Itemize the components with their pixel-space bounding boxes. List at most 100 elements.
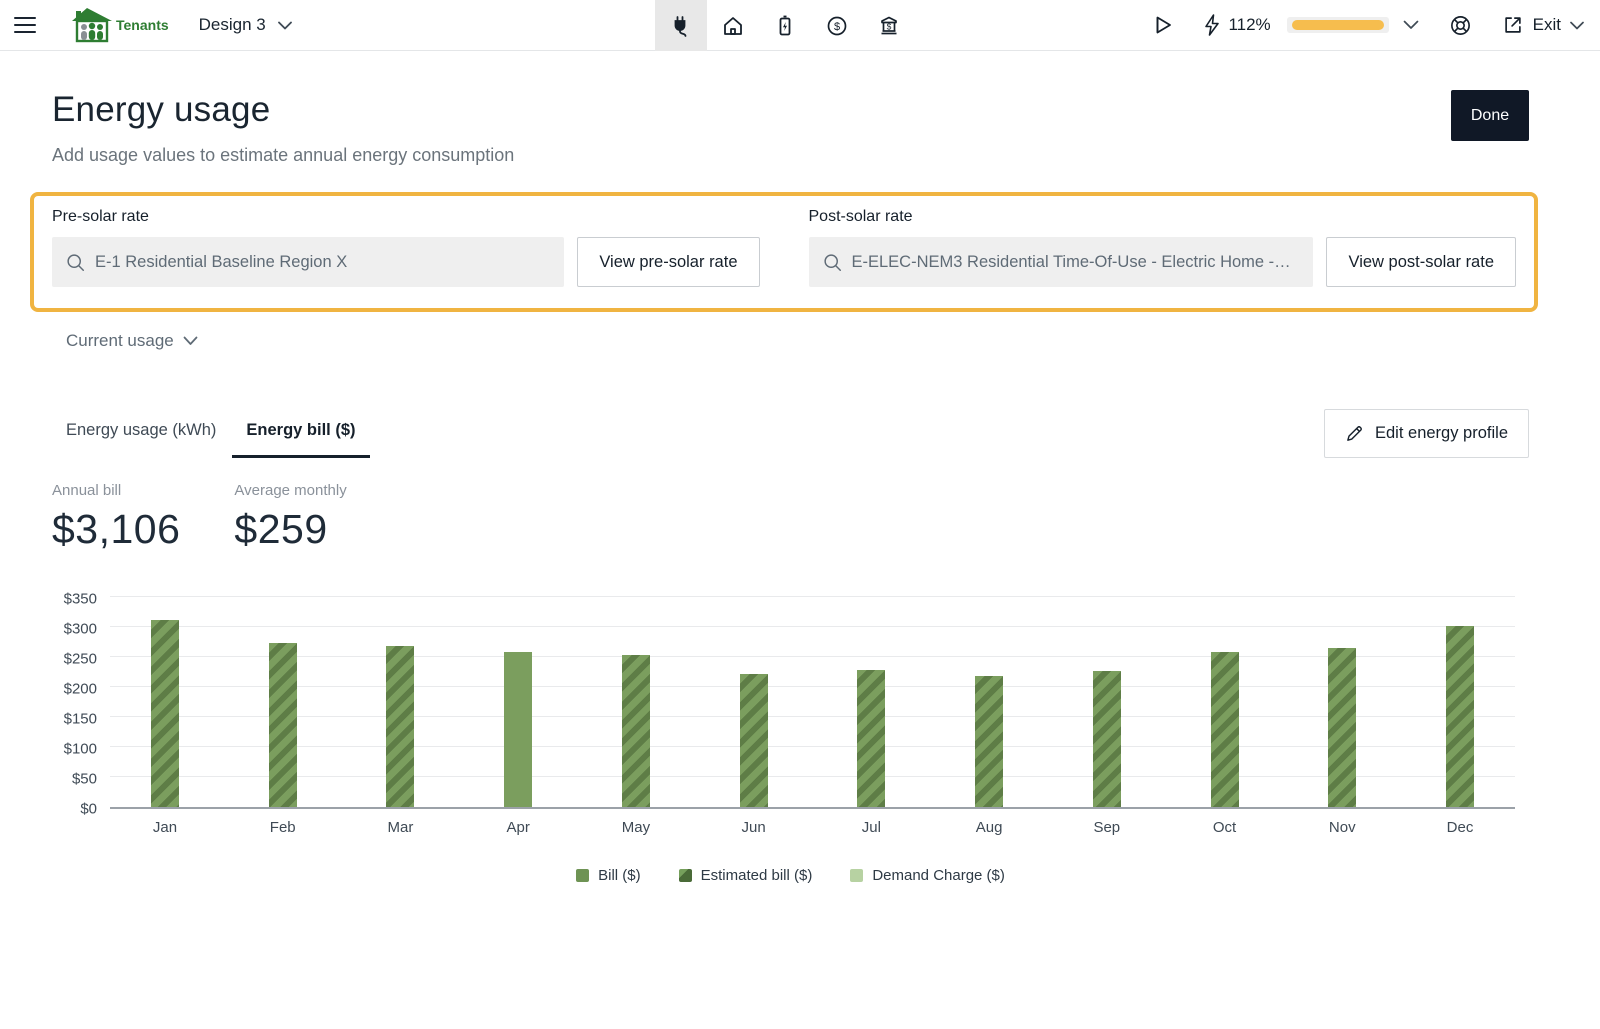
gridline xyxy=(110,746,1515,747)
x-axis-label: May xyxy=(622,819,650,836)
lifebuoy-glyph xyxy=(1449,14,1472,37)
incentives-bank-icon: $ xyxy=(877,14,901,38)
electrical-plug-tab[interactable] xyxy=(655,0,707,51)
gridline xyxy=(110,626,1515,627)
gridline xyxy=(110,716,1515,717)
bar-sep xyxy=(1093,671,1121,807)
bar-apr xyxy=(504,652,532,807)
page-subtitle: Add usage values to estimate annual ener… xyxy=(52,145,514,166)
gridline xyxy=(110,656,1515,657)
exit-icon xyxy=(1502,14,1524,36)
view-post-solar-rate-button[interactable]: View post-solar rate xyxy=(1326,237,1516,287)
legend-label: Estimated bill ($) xyxy=(701,867,813,884)
battery-icon xyxy=(773,14,797,38)
hamburger-menu-icon[interactable] xyxy=(14,13,38,37)
chevron-down-icon xyxy=(1570,21,1584,30)
legend-label: Demand Charge ($) xyxy=(872,867,1005,884)
y-axis-tick: $350 xyxy=(64,591,97,608)
view-pre-solar-rate-button[interactable]: View pre-solar rate xyxy=(577,237,759,287)
y-axis-tick: $200 xyxy=(64,681,97,698)
lightning-bolt-icon xyxy=(1203,14,1221,36)
average-monthly-value: $259 xyxy=(234,506,346,553)
annual-bill-stat: Annual bill $3,106 xyxy=(52,482,180,553)
x-axis-label: Aug xyxy=(976,819,1003,836)
legend-item: Demand Charge ($) xyxy=(850,867,1005,884)
offset-progress-bar[interactable] xyxy=(1287,17,1389,33)
pricing-tab[interactable]: $ xyxy=(811,0,863,51)
y-axis-tick: $300 xyxy=(64,621,97,638)
edit-energy-profile-button[interactable]: Edit energy profile xyxy=(1324,409,1529,458)
toolbar-right: 112% xyxy=(1151,13,1600,37)
usage-tabs: Energy usage (kWh) Energy bill ($) xyxy=(52,421,370,458)
incentives-tab[interactable]: $ xyxy=(863,0,915,51)
x-axis-label: Oct xyxy=(1213,819,1236,836)
toolbar-left: Tenants Design 3 xyxy=(0,7,292,43)
tab-energy-usage-kwh[interactable]: Energy usage (kWh) xyxy=(52,421,230,458)
legend-item: Estimated bill ($) xyxy=(679,867,813,884)
help-lifebuoy-icon[interactable] xyxy=(1449,14,1472,37)
offset-percentage: 112% xyxy=(1228,15,1270,35)
current-usage-label: Current usage xyxy=(66,331,174,351)
annual-bill-label: Annual bill xyxy=(52,482,180,499)
done-button[interactable]: Done xyxy=(1451,90,1529,141)
x-axis-label: Sep xyxy=(1093,819,1120,836)
legend-swatch xyxy=(850,869,863,882)
toolbar-modes: $ $ xyxy=(655,0,915,51)
tab-energy-bill[interactable]: Energy bill ($) xyxy=(232,421,369,458)
battery-tab[interactable] xyxy=(759,0,811,51)
post-solar-rate-row: E-ELEC-NEM3 Residential Time-Of-Use - El… xyxy=(809,237,1517,287)
post-solar-rate-label: Post-solar rate xyxy=(809,208,1517,226)
tenants-logo: Tenants xyxy=(72,7,169,43)
bar-jul xyxy=(857,670,885,807)
design-selector[interactable]: Design 3 xyxy=(199,15,292,35)
brand-name: Tenants xyxy=(116,17,169,33)
energy-usage-page: Tenants Design 3 xyxy=(0,0,1600,1029)
pre-solar-rate-row: E-1 Residential Baseline Region X View p… xyxy=(52,237,760,287)
exit-label: Exit xyxy=(1533,15,1561,35)
legend-label: Bill ($) xyxy=(598,867,641,884)
pre-solar-rate-label: Pre-solar rate xyxy=(52,208,760,226)
bar-mar xyxy=(386,646,414,807)
pre-solar-rate-input[interactable]: E-1 Residential Baseline Region X xyxy=(52,237,564,287)
legend-swatch xyxy=(679,869,692,882)
chart-legend: Bill ($) Estimated bill ($) Demand Charge … xyxy=(52,867,1529,884)
gridline xyxy=(110,596,1515,597)
current-usage-toggle[interactable]: Current usage xyxy=(66,331,198,351)
page-title: Energy usage xyxy=(52,90,514,130)
top-toolbar: Tenants Design 3 xyxy=(0,0,1600,51)
bill-stats: Annual bill $3,106 Average monthly $259 xyxy=(52,482,1529,553)
home-icon xyxy=(721,14,745,38)
search-icon xyxy=(66,253,85,272)
y-axis-tick: $100 xyxy=(64,741,97,758)
bar-jan xyxy=(151,620,179,807)
y-axis-tick: $0 xyxy=(80,801,97,818)
bar-may xyxy=(622,655,650,807)
x-axis-label: Jun xyxy=(742,819,766,836)
chart-plot: JanFebMarAprMayJunJulAugSepOctNovDec xyxy=(110,599,1515,809)
tabs-row: Energy usage (kWh) Energy bill ($) Edit … xyxy=(52,409,1529,458)
gridline xyxy=(110,686,1515,687)
pre-solar-rate-section: Pre-solar rate E-1 Residential Baseline … xyxy=(52,208,760,287)
x-axis-label: Jan xyxy=(153,819,177,836)
system-production-widget: 112% xyxy=(1203,14,1418,36)
hamburger-glyph xyxy=(14,16,36,34)
annual-bill-value: $3,106 xyxy=(52,506,180,553)
bar-aug xyxy=(975,676,1003,807)
y-axis-tick: $250 xyxy=(64,651,97,668)
simulate-play-icon[interactable] xyxy=(1151,13,1175,37)
exit-button[interactable]: Exit xyxy=(1502,14,1584,36)
home-tab[interactable] xyxy=(707,0,759,51)
offset-progress-fill xyxy=(1292,20,1384,30)
legend-item: Bill ($) xyxy=(576,867,641,884)
post-solar-rate-input[interactable]: E-ELEC-NEM3 Residential Time-Of-Use - El… xyxy=(809,237,1314,287)
title-block: Energy usage Add usage values to estimat… xyxy=(52,90,514,166)
y-axis-tick: $50 xyxy=(72,771,97,788)
energy-bill-chart: $0$50$100$150$200$250$300$350 JanFebMarA… xyxy=(52,599,1515,809)
svg-text:$: $ xyxy=(887,21,892,31)
search-icon xyxy=(823,253,842,272)
x-axis-label: Apr xyxy=(507,819,530,836)
chevron-down-icon xyxy=(183,336,198,346)
dollar-coin-icon: $ xyxy=(825,14,849,38)
chevron-down-icon[interactable] xyxy=(1403,20,1419,30)
bar-oct xyxy=(1211,652,1239,807)
